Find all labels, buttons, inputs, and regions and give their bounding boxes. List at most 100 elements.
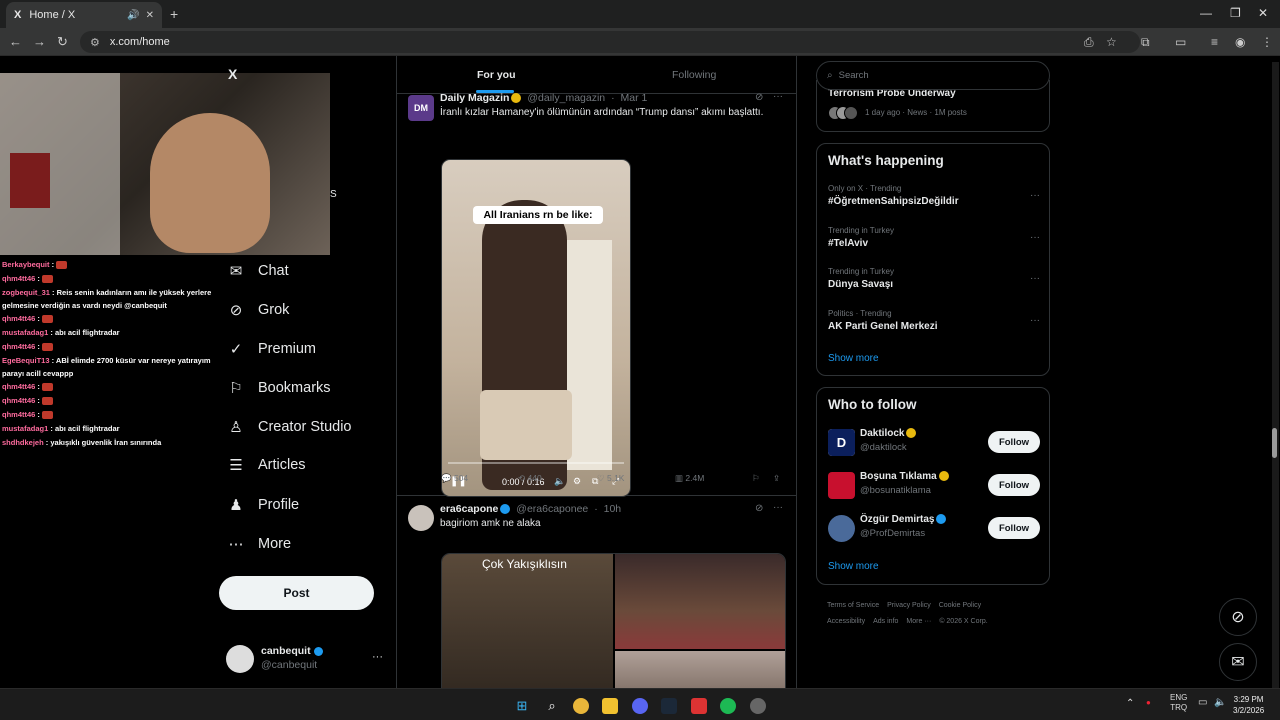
discord-icon[interactable]: [632, 698, 648, 714]
back-icon[interactable]: ←: [9, 34, 22, 49]
tweet-author[interactable]: era6capone @era6caponee · 10h: [440, 503, 621, 515]
show-more-link[interactable]: Show more: [828, 561, 879, 572]
footer-link[interactable]: Privacy Policy: [887, 602, 931, 609]
app-icon[interactable]: [691, 698, 707, 714]
page-scrollbar[interactable]: [1272, 62, 1279, 690]
messages-fab-icon[interactable]: ✉: [1219, 643, 1257, 681]
nav-item-chat[interactable]: ✉ Chat: [226, 262, 289, 280]
grok-icon[interactable]: ⊘: [755, 503, 763, 514]
nav-item-grok[interactable]: ⊘ Grok: [226, 301, 290, 319]
spotify-icon[interactable]: [720, 698, 736, 714]
search-input[interactable]: ⌕ Search: [816, 61, 1050, 90]
trend-item[interactable]: Politics · Trending AK Parti Genel Merkez…: [828, 309, 1040, 332]
avatar[interactable]: [408, 505, 434, 531]
browser-menu-icon[interactable]: ⋮: [1261, 35, 1273, 49]
repost-button[interactable]: ⟲ 440: [518, 473, 542, 484]
footer-link[interactable]: Accessibility: [827, 618, 865, 625]
media-icon[interactable]: ≡: [1211, 35, 1218, 49]
media-image[interactable]: [615, 651, 785, 688]
forward-icon[interactable]: →: [33, 34, 46, 49]
tweet-author[interactable]: Daily Magazin @daily_magazin · Mar 1: [440, 92, 647, 104]
sidepanel-icon[interactable]: ▭: [1175, 35, 1186, 49]
site-settings-icon[interactable]: ⚙: [90, 36, 100, 49]
nav-item-creator-studio[interactable]: ♙ Creator Studio: [226, 418, 351, 436]
nav-item-profile[interactable]: ♟ Profile: [226, 496, 299, 514]
bookmark-star-icon[interactable]: ☆: [1106, 35, 1117, 49]
follow-suggestion[interactable]: Boşuna Tıklama @bosunatiklama Follow: [828, 471, 1040, 501]
show-more-link[interactable]: Show more: [828, 353, 879, 364]
search-icon[interactable]: ⌕: [544, 698, 560, 714]
follow-suggestion[interactable]: Özgür Demirtaş @ProfDemirtas Follow: [828, 514, 1040, 544]
media-image[interactable]: Çok Yakışıklısın: [442, 554, 613, 688]
chrome-icon[interactable]: [573, 698, 589, 714]
reload-icon[interactable]: ↻: [57, 34, 68, 50]
file-explorer-icon[interactable]: [602, 698, 618, 714]
footer-link[interactable]: More ···: [906, 618, 931, 625]
more-icon[interactable]: ···: [1030, 232, 1040, 243]
avatar[interactable]: DM: [408, 95, 434, 121]
tab-for-you[interactable]: For you: [477, 69, 516, 81]
media-image[interactable]: [615, 554, 785, 649]
like-button[interactable]: ♡ 5.1K: [597, 473, 624, 484]
grok-icon[interactable]: ⊘: [755, 92, 763, 103]
avatar[interactable]: D: [828, 429, 855, 456]
clock[interactable]: 3:29 PM 3/2/2026: [1233, 694, 1264, 716]
trend-item[interactable]: Trending in Turkey #TelAviv ···: [828, 226, 1040, 249]
avatar[interactable]: [828, 472, 855, 499]
reply-button[interactable]: 💬 504: [441, 473, 468, 484]
volume-icon[interactable]: 🔈: [554, 476, 565, 487]
video-scrubber[interactable]: [448, 462, 624, 464]
more-icon[interactable]: ···: [1030, 273, 1040, 284]
nav-item-articles[interactable]: ☰ Articles: [226, 456, 305, 474]
grok-fab-icon[interactable]: ⊘: [1219, 598, 1257, 636]
account-switcher[interactable]: canbequit @canbequit ···: [226, 643, 386, 675]
chat-text: yakışıklı güvenlik İran sınırında: [50, 438, 162, 447]
more-icon[interactable]: ···: [773, 502, 783, 513]
restore-icon[interactable]: ❐: [1230, 6, 1241, 20]
minimize-icon[interactable]: —: [1200, 6, 1212, 20]
tweet-media-grid[interactable]: Çok Yakışıklısın: [441, 553, 786, 688]
x-logo[interactable]: X: [228, 66, 237, 82]
install-app-icon[interactable]: ⎙: [1084, 35, 1094, 50]
follow-button[interactable]: Follow: [988, 431, 1040, 453]
new-tab-button[interactable]: +: [170, 6, 178, 22]
bookmark-icon[interactable]: ⚐: [752, 473, 760, 484]
tab-following[interactable]: Following: [672, 69, 716, 81]
follow-button[interactable]: Follow: [988, 517, 1040, 539]
address-bar[interactable]: ⚙ x.com/home: [80, 31, 1140, 53]
more-icon[interactable]: ···: [1030, 315, 1040, 326]
scroll-thumb[interactable]: [1272, 428, 1277, 458]
nav-item-premium[interactable]: ✓ Premium: [226, 340, 316, 358]
trend-item[interactable]: Only on X · Trending #ÖğretmenSahipsizDeğ…: [828, 184, 1040, 207]
more-icon[interactable]: ···: [1030, 190, 1040, 201]
more-icon[interactable]: ···: [773, 91, 783, 102]
post-button[interactable]: Post: [219, 576, 374, 610]
more-icon[interactable]: ···: [372, 651, 383, 663]
nav-item-more[interactable]: ⋯ More: [226, 535, 292, 553]
nav-item-bookmarks[interactable]: ⚐ Bookmarks: [226, 379, 330, 397]
app-icon[interactable]: [750, 698, 766, 714]
steam-icon[interactable]: [661, 698, 677, 714]
follow-button[interactable]: Follow: [988, 474, 1040, 496]
views-button[interactable]: ▥ 2.4M: [675, 473, 704, 484]
trend-item[interactable]: Trending in Turkey Dünya Savaşı ···: [828, 267, 1040, 290]
profile-avatar-icon[interactable]: ◉: [1235, 35, 1245, 49]
speaker-icon[interactable]: 🔊: [127, 10, 139, 21]
footer-link[interactable]: Cookie Policy: [939, 602, 981, 609]
tweet-video[interactable]: All Iranians rn be like: ❚❚ 0:00 / 0:16 …: [441, 159, 631, 497]
footer-link[interactable]: © 2026 X Corp.: [939, 618, 987, 625]
avatar[interactable]: [828, 515, 855, 542]
share-icon[interactable]: ⇪: [773, 473, 780, 484]
browser-tab[interactable]: X Home / X 🔊 ✕: [6, 2, 162, 28]
close-window-icon[interactable]: ✕: [1258, 6, 1268, 20]
windows-start-icon[interactable]: ⊞: [514, 698, 530, 714]
follow-suggestion[interactable]: D Daktilock @daktilock Follow: [828, 428, 1040, 458]
tweet[interactable]: era6capone @era6caponee · 10h ⊘ ··· bagi…: [397, 497, 796, 688]
tweet[interactable]: DM Daily Magazin @daily_magazin · Mar 1 …: [397, 88, 796, 497]
footer-link[interactable]: Ads info: [873, 618, 898, 625]
close-tab-icon[interactable]: ✕: [146, 10, 154, 21]
settings-icon[interactable]: ⚙: [573, 476, 581, 487]
tab-title: Home / X: [29, 9, 76, 21]
footer-link[interactable]: Terms of Service: [827, 602, 879, 609]
extensions-icon[interactable]: ⧉: [1141, 35, 1150, 50]
